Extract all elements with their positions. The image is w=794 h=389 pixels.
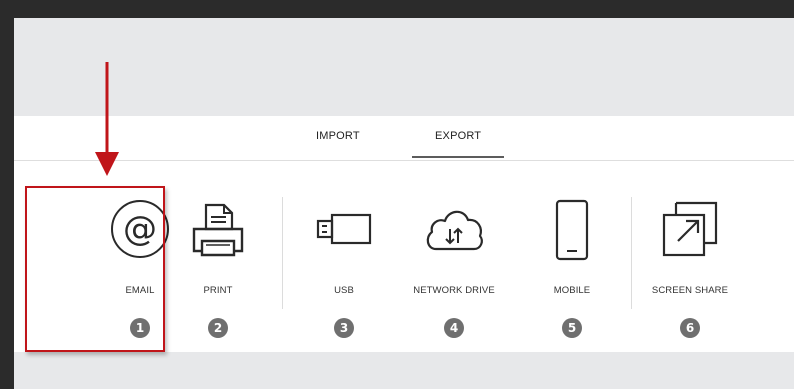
tab-import[interactable]: IMPORT — [316, 130, 360, 142]
export-screen-share-option[interactable]: SCREEN SHARE 6 — [635, 161, 745, 352]
export-print-option[interactable]: PRINT 2 — [163, 161, 273, 352]
step-number-badge: 6 — [680, 318, 700, 338]
printer-icon — [192, 203, 244, 257]
step-number-badge: 2 — [208, 318, 228, 338]
export-option-label: SCREEN SHARE — [651, 285, 729, 296]
mobile-phone-icon — [555, 199, 589, 261]
email-highlight-box — [25, 186, 165, 352]
export-option-label: USB — [334, 285, 354, 296]
usb-drive-icon — [316, 213, 372, 245]
export-network-drive-option[interactable]: NETWORK DRIVE 4 — [399, 161, 509, 352]
group-divider — [631, 197, 632, 309]
active-tab-indicator — [412, 156, 504, 158]
footer-band — [14, 352, 794, 389]
export-option-label: NETWORK DRIVE — [413, 285, 495, 296]
cloud-sync-icon — [426, 210, 483, 251]
tab-bar: IMPORT EXPORT — [14, 116, 794, 161]
step-number-badge: 3 — [334, 318, 354, 338]
step-number-badge: 4 — [444, 318, 464, 338]
group-divider — [282, 197, 283, 309]
step-number-badge: 5 — [562, 318, 582, 338]
export-option-label: PRINT — [203, 285, 233, 296]
export-mobile-option[interactable]: MOBILE 5 — [517, 161, 627, 352]
tab-export[interactable]: EXPORT — [435, 130, 481, 142]
export-usb-option[interactable]: USB 3 — [289, 161, 399, 352]
header-band — [14, 18, 794, 116]
screen-share-icon — [662, 201, 718, 257]
down-arrow-icon — [95, 62, 119, 176]
export-option-label: MOBILE — [553, 285, 591, 296]
